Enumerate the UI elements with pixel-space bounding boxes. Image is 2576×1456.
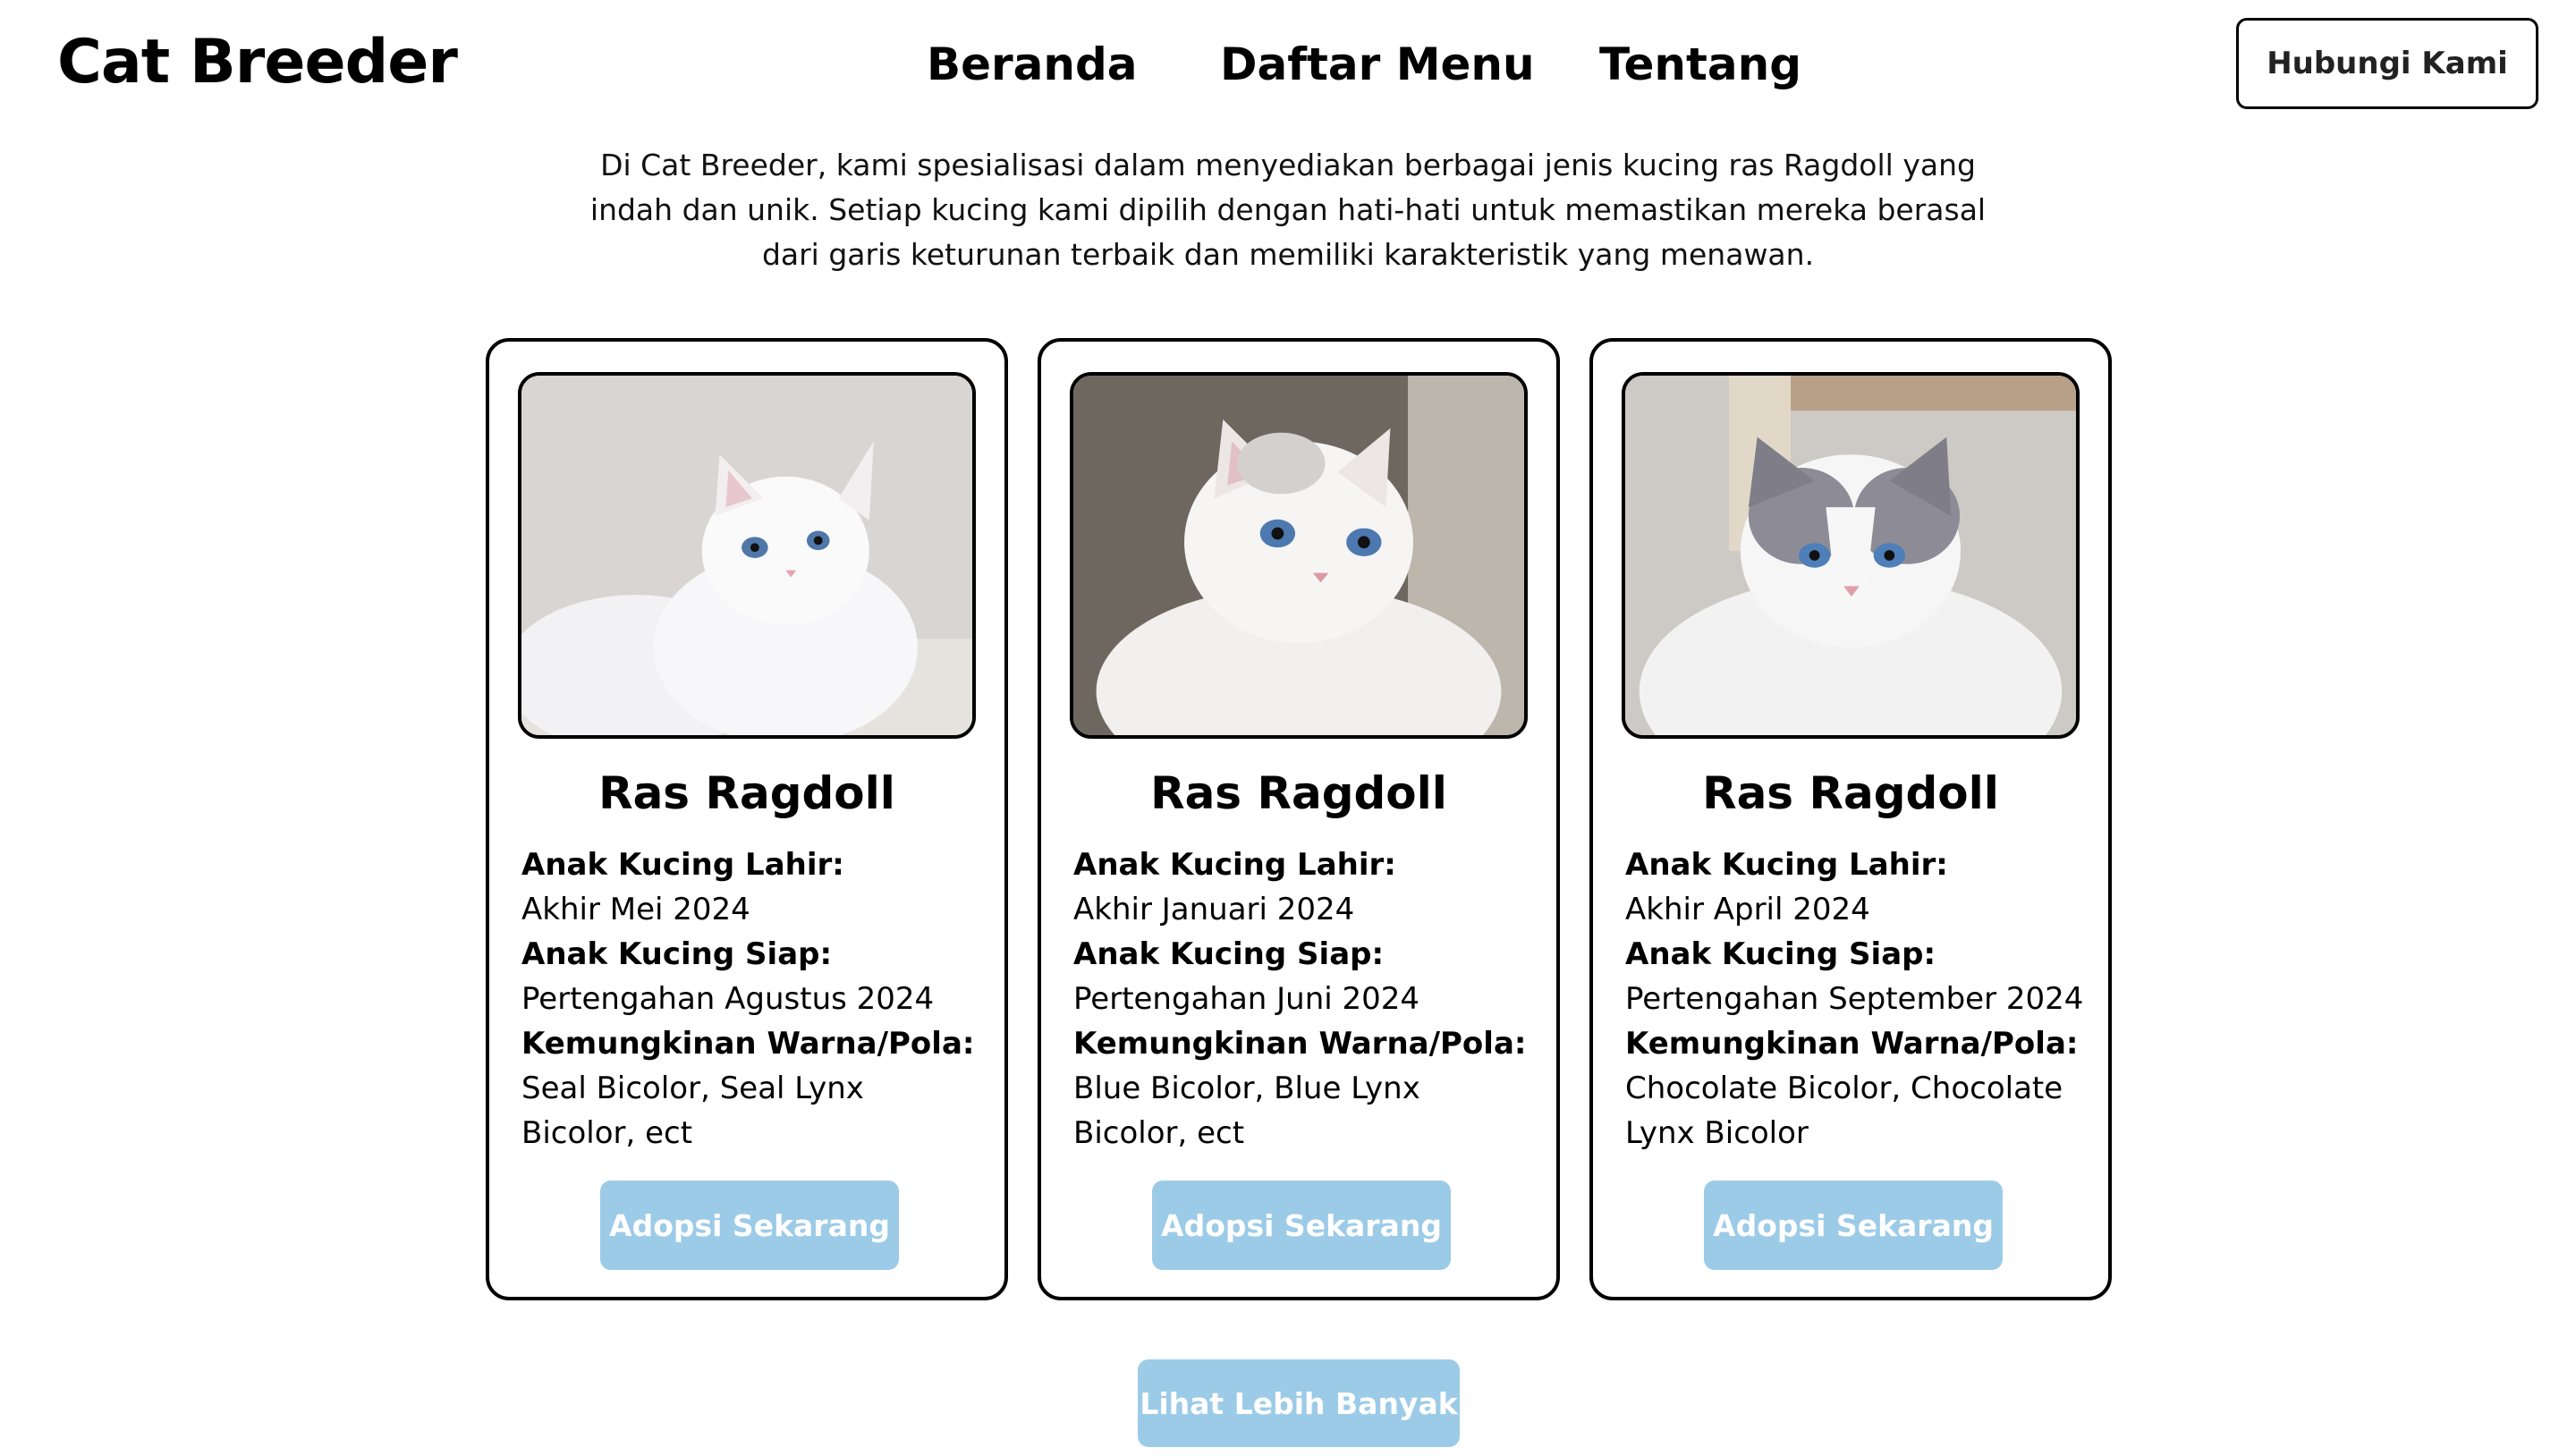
ready-value: Pertengahan September 2024 <box>1625 981 2084 1017</box>
born-value: Akhir April 2024 <box>1625 892 1870 927</box>
color-label: Kemungkinan Warna/Pola: <box>1073 1026 1527 1062</box>
card-title: Ras Ragdoll <box>1150 767 1447 819</box>
page: Cat Breeder Beranda Daftar Menu Tentang … <box>0 0 2576 1456</box>
cat-photo <box>518 372 976 739</box>
card-info: Anak Kucing Lahir: Akhir Mei 2024 Anak K… <box>521 842 987 1155</box>
intro-text: Di Cat Breeder, kami spesialisasi dalam … <box>572 143 2004 277</box>
adopt-button[interactable]: Adopsi Sekarang <box>600 1181 899 1270</box>
intro-line: indah dan unik. Setiap kucing kami dipil… <box>589 192 1987 227</box>
ready-label: Anak Kucing Siap: <box>1625 936 1936 972</box>
born-label: Anak Kucing Lahir: <box>1625 847 1948 883</box>
card-info: Anak Kucing Lahir: Akhir Januari 2024 An… <box>1073 842 1538 1155</box>
born-value: Akhir Januari 2024 <box>1073 892 1355 927</box>
header: Cat Breeder Beranda Daftar Menu Tentang … <box>0 0 2576 125</box>
color-value: Seal Bicolor, Seal Lynx Bicolor, ect <box>521 1071 864 1151</box>
ready-value: Pertengahan Juni 2024 <box>1073 981 1420 1017</box>
nav-beranda[interactable]: Beranda <box>927 34 1138 95</box>
color-value: Blue Bicolor, Blue Lynx Bicolor, ect <box>1073 1071 1420 1151</box>
nav-daftar-menu[interactable]: Daftar Menu <box>1220 34 1535 95</box>
cat-card: Ras Ragdoll Anak Kucing Lahir: Akhir Apr… <box>1589 338 2112 1300</box>
adopt-button[interactable]: Adopsi Sekarang <box>1704 1181 2003 1270</box>
born-value: Akhir Mei 2024 <box>521 892 750 927</box>
color-label: Kemungkinan Warna/Pola: <box>521 1026 975 1062</box>
see-more-button[interactable]: Lihat Lebih Banyak <box>1138 1359 1460 1447</box>
card-info: Anak Kucing Lahir: Akhir April 2024 Anak… <box>1625 842 2090 1155</box>
cat-card: Ras Ragdoll Anak Kucing Lahir: Akhir Mei… <box>486 338 1008 1300</box>
adopt-button[interactable]: Adopsi Sekarang <box>1152 1181 1451 1270</box>
born-label: Anak Kucing Lahir: <box>521 847 844 883</box>
ready-label: Anak Kucing Siap: <box>1073 936 1385 972</box>
color-value: Chocolate Bicolor, Chocolate Lynx Bicolo… <box>1625 1071 2063 1151</box>
ready-value: Pertengahan Agustus 2024 <box>521 981 935 1017</box>
cat-card: Ras Ragdoll Anak Kucing Lahir: Akhir Jan… <box>1038 338 1560 1300</box>
intro-line: Di Cat Breeder, kami spesialisasi dalam … <box>600 148 1976 182</box>
nav-tentang[interactable]: Tentang <box>1599 34 1801 95</box>
ready-label: Anak Kucing Siap: <box>521 936 833 972</box>
color-label: Kemungkinan Warna/Pola: <box>1625 1026 2079 1062</box>
card-title: Ras Ragdoll <box>598 767 895 819</box>
born-label: Anak Kucing Lahir: <box>1073 847 1396 883</box>
cat-photo <box>1070 372 1528 739</box>
card-title: Ras Ragdoll <box>1702 767 1999 819</box>
cat-photo <box>1622 372 2080 739</box>
intro-line: dari garis keturunan terbaik dan memilik… <box>761 237 1815 272</box>
main-nav: Beranda Daftar Menu Tentang <box>0 34 2576 95</box>
contact-button[interactable]: Hubungi Kami <box>2236 18 2538 109</box>
